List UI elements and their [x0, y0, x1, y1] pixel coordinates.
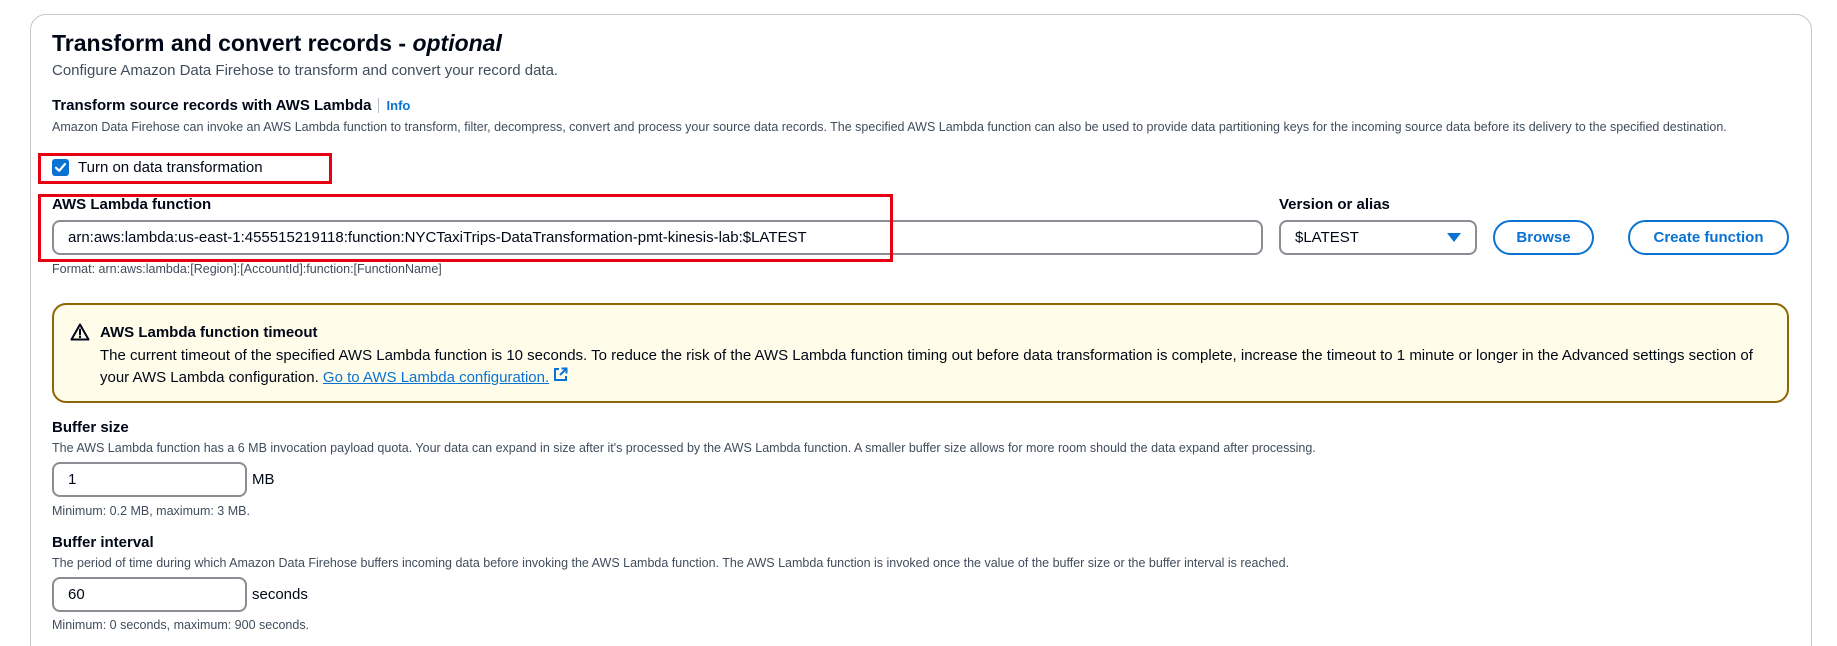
warning-triangle-icon	[70, 323, 90, 346]
buffer-size-input[interactable]: 1	[52, 462, 247, 497]
external-link-icon[interactable]	[553, 367, 568, 389]
buffer-size-label: Buffer size	[52, 419, 129, 436]
section-title: Transform and convert records - optional	[52, 30, 502, 57]
lambda-format-hint: Format: arn:aws:lambda:[Region]:[Account…	[52, 262, 442, 276]
caret-down-icon	[1447, 233, 1461, 242]
buffer-interval-value: 60	[68, 586, 85, 603]
lambda-timeout-alert: AWS Lambda function timeout The current …	[52, 303, 1789, 403]
create-function-button[interactable]: Create function	[1628, 220, 1789, 255]
section-description: Configure Amazon Data Firehose to transf…	[52, 62, 559, 79]
transform-label: Transform source records with AWS Lambda	[52, 97, 372, 114]
browse-button[interactable]: Browse	[1493, 220, 1594, 255]
transform-description: Amazon Data Firehose can invoke an AWS L…	[52, 120, 1727, 134]
buffer-size-unit: MB	[252, 471, 275, 488]
buffer-size-hint: Minimum: 0.2 MB, maximum: 3 MB.	[52, 504, 250, 518]
transform-label-row: Transform source records with AWS Lambda…	[52, 97, 410, 114]
buffer-interval-hint: Minimum: 0 seconds, maximum: 900 seconds…	[52, 618, 310, 632]
version-alias-value: $LATEST	[1295, 229, 1359, 246]
version-alias-label: Version or alias	[1279, 196, 1390, 213]
buffer-interval-description: The period of time during which Amazon D…	[52, 556, 1290, 570]
buffer-interval-label: Buffer interval	[52, 534, 154, 551]
highlight-box-lambda-function	[38, 194, 893, 262]
section-title-text: Transform and convert records -	[52, 30, 413, 56]
buffer-size-description: The AWS Lambda function has a 6 MB invoc…	[52, 441, 1316, 455]
buffer-interval-input[interactable]: 60	[52, 577, 247, 612]
lambda-configuration-link[interactable]: Go to AWS Lambda configuration.	[323, 369, 549, 386]
highlight-box-checkbox	[38, 153, 332, 184]
alert-title: AWS Lambda function timeout	[100, 324, 318, 341]
section-title-optional: optional	[412, 30, 502, 56]
buffer-size-value: 1	[68, 471, 77, 488]
info-link[interactable]: Info	[377, 98, 410, 113]
version-alias-select[interactable]: $LATEST	[1279, 220, 1477, 255]
alert-body: The current timeout of the specified AWS…	[100, 345, 1770, 389]
buffer-interval-unit: seconds	[252, 586, 308, 603]
